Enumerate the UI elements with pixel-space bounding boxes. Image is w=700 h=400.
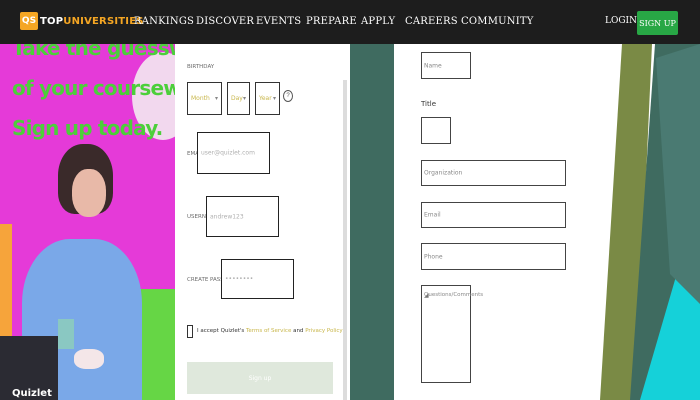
nav-apply[interactable]: APPLY [361, 16, 395, 27]
qs-logo-icon: QS [20, 12, 38, 30]
terms-of-service-link[interactable]: Terms of Service [246, 328, 291, 334]
signup-button[interactable]: SIGN UP [637, 11, 678, 35]
nav-community[interactable]: COMMUNITY [461, 16, 534, 27]
name-input[interactable]: Name [421, 52, 471, 79]
nav-events[interactable]: EVENTS [256, 16, 301, 27]
comments-textarea[interactable]: Questions/Comments ◢ [421, 285, 483, 383]
promo-headline-line-1: Take the guesswork out [12, 44, 175, 60]
chevron-down-icon: ▾ [242, 96, 246, 102]
organization-input[interactable]: Organization [421, 160, 566, 186]
day-select[interactable]: Day ▾ [227, 82, 250, 115]
username-input[interactable]: andrew123 [206, 196, 279, 237]
birthday-label: BIRTHDAY [187, 64, 215, 70]
terms-checkbox[interactable] [187, 325, 193, 338]
title-input[interactable] [421, 117, 451, 144]
chevron-down-icon: ▾ [214, 96, 218, 102]
scrollbar[interactable] [343, 80, 347, 400]
signup-submit-button[interactable]: Sign up [187, 362, 333, 394]
promo-brand-name: Quizlet [12, 388, 52, 399]
year-select[interactable]: Year ▾ [255, 82, 280, 115]
top-navigation-bar: QS TOPUNIVERSITIES RANKINGS DISCOVER EVE… [0, 0, 700, 44]
popcorn-icon [74, 349, 104, 369]
title-label: Title [421, 100, 437, 108]
logo-wordmark: TOPUNIVERSITIES [40, 15, 144, 27]
nav-careers[interactable]: CAREERS [405, 16, 458, 27]
login-link[interactable]: LOGIN [605, 16, 637, 26]
nav-discover[interactable]: DISCOVER [196, 16, 254, 27]
phone-input[interactable]: Phone [421, 243, 566, 270]
help-icon[interactable]: ? [283, 90, 293, 102]
nav-prepare[interactable]: PREPARE [306, 16, 357, 27]
site-logo[interactable]: QS TOPUNIVERSITIES [20, 12, 144, 30]
decorative-geometric-panel [600, 44, 700, 400]
person-illustration-face [72, 169, 106, 217]
terms-text: I accept Quizlet's Terms of Service and … [197, 328, 343, 334]
email-input[interactable]: user@quizlet.com [197, 132, 270, 174]
email-input-contact[interactable]: Email [421, 202, 566, 228]
promo-headline-line-2: of your coursework. [12, 76, 175, 100]
month-select[interactable]: Month ▾ [187, 82, 222, 115]
resize-grip-icon[interactable]: ◢ [424, 292, 469, 381]
chevron-down-icon: ▾ [272, 96, 276, 102]
promo-banner[interactable]: Take the guesswork out of your coursewor… [0, 44, 175, 400]
password-input[interactable]: •••••••• [221, 259, 294, 299]
nav-rankings[interactable]: RANKINGS [134, 16, 194, 27]
privacy-policy-link[interactable]: Privacy Policy [305, 328, 342, 334]
teal-divider-panel [350, 44, 394, 400]
promo-headline-line-3: Sign up today. [12, 116, 163, 140]
cup-icon [58, 319, 74, 349]
